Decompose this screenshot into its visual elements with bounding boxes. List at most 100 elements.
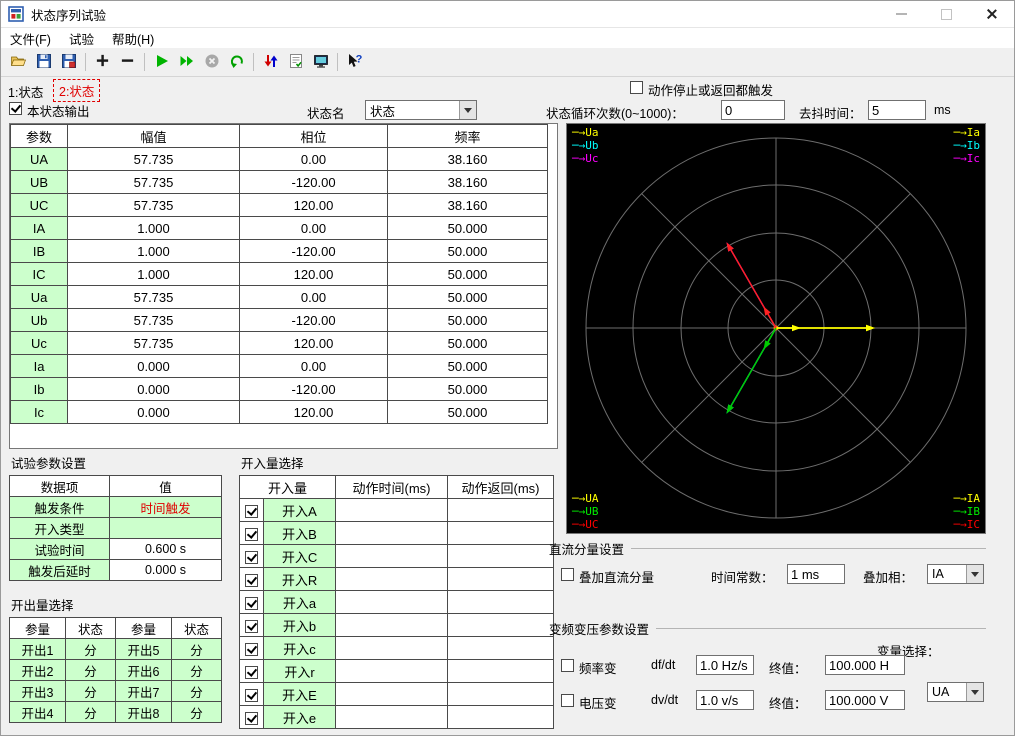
frequency-cell[interactable]: 50.000 (387, 239, 548, 263)
amplitude-cell[interactable]: 57.735 (67, 147, 240, 171)
phase-cell[interactable]: 0.00 (239, 354, 388, 378)
phase-cell[interactable]: -120.00 (239, 170, 388, 194)
amplitude-cell[interactable]: 57.735 (67, 308, 240, 332)
phase-cell[interactable]: 120.00 (239, 331, 388, 355)
variable-select-combobox[interactable]: UA (927, 682, 984, 702)
phase-cell[interactable]: -120.00 (239, 377, 388, 401)
run-continuous-button[interactable] (174, 50, 199, 74)
close-button[interactable] (969, 1, 1014, 27)
action-return-cell[interactable] (447, 659, 555, 683)
amplitude-cell[interactable]: 57.735 (67, 170, 240, 194)
frequency-cell[interactable]: 50.000 (387, 400, 548, 424)
menu-item[interactable]: 帮助(H) (103, 27, 163, 50)
dvdt-input[interactable] (696, 690, 754, 710)
chevron-down-icon[interactable] (966, 565, 983, 583)
chevron-down-icon[interactable] (459, 101, 476, 119)
input-enable-checkbox[interactable] (245, 573, 258, 587)
frequency-cell[interactable]: 50.000 (387, 354, 548, 378)
test-param-value-cell[interactable] (109, 517, 222, 539)
open-button[interactable] (6, 50, 31, 74)
menu-item[interactable]: 文件(F) (1, 27, 60, 50)
action-return-cell[interactable] (447, 567, 555, 591)
input-enable-checkbox[interactable] (245, 688, 258, 702)
dc-superimpose-checkbox[interactable] (561, 568, 574, 581)
action-time-cell[interactable] (335, 659, 449, 683)
volt-final-input[interactable] (825, 690, 905, 710)
output-state-cell[interactable]: 分 (65, 659, 116, 681)
frequency-cell[interactable]: 50.000 (387, 331, 548, 355)
action-return-cell[interactable] (447, 590, 555, 614)
time-constant-input[interactable] (787, 564, 845, 584)
frequency-cell[interactable]: 50.000 (387, 262, 548, 286)
display-button[interactable] (308, 50, 333, 74)
frequency-cell[interactable]: 50.000 (387, 216, 548, 240)
freq-final-input[interactable] (825, 655, 905, 675)
action-time-cell[interactable] (335, 544, 449, 568)
frequency-cell[interactable]: 50.000 (387, 377, 548, 401)
stop-button[interactable] (199, 50, 224, 74)
amplitude-cell[interactable]: 1.000 (67, 262, 240, 286)
chevron-down-icon[interactable] (966, 683, 983, 701)
phase-cell[interactable]: -120.00 (239, 308, 388, 332)
output-state-cell[interactable]: 分 (65, 701, 116, 723)
frequency-cell[interactable]: 38.160 (387, 147, 548, 171)
amplitude-cell[interactable]: 0.000 (67, 400, 240, 424)
state-name-combobox[interactable]: 状态 (365, 100, 477, 120)
output-state-cell[interactable]: 分 (65, 638, 116, 660)
output-state-cell[interactable]: 分 (171, 701, 222, 723)
phase-cell[interactable]: 0.00 (239, 216, 388, 240)
amplitude-cell[interactable]: 0.000 (67, 354, 240, 378)
save-report-button[interactable] (56, 50, 81, 74)
maximize-button[interactable] (924, 1, 969, 27)
input-enable-checkbox[interactable] (245, 596, 258, 610)
input-enable-checkbox[interactable] (245, 527, 258, 541)
action-stop-return-checkbox[interactable] (630, 81, 643, 94)
menu-item[interactable]: 试验 (60, 27, 103, 50)
action-time-cell[interactable] (335, 498, 449, 522)
debounce-input[interactable] (868, 100, 926, 120)
amplitude-cell[interactable]: 57.735 (67, 285, 240, 309)
action-return-cell[interactable] (447, 636, 555, 660)
action-time-cell[interactable] (335, 636, 449, 660)
action-time-cell[interactable] (335, 613, 449, 637)
action-return-cell[interactable] (447, 705, 555, 729)
action-time-cell[interactable] (335, 567, 449, 591)
input-enable-checkbox[interactable] (245, 642, 258, 656)
phase-cell[interactable]: 120.00 (239, 262, 388, 286)
phase-cell[interactable]: 0.00 (239, 285, 388, 309)
output-state-cell[interactable]: 分 (171, 680, 222, 702)
action-time-cell[interactable] (335, 590, 449, 614)
help-button[interactable]: ? (342, 50, 367, 74)
run-button[interactable] (149, 50, 174, 74)
state-output-checkbox[interactable] (9, 102, 22, 115)
amplitude-cell[interactable]: 57.735 (67, 193, 240, 217)
superimpose-phase-combobox[interactable]: IA (927, 564, 984, 584)
test-param-value-cell[interactable]: 时间触发 (109, 496, 222, 518)
phase-cell[interactable]: 120.00 (239, 400, 388, 424)
output-state-cell[interactable]: 分 (171, 659, 222, 681)
amplitude-cell[interactable]: 0.000 (67, 377, 240, 401)
dfdt-input[interactable] (696, 655, 754, 675)
minimize-button[interactable] (879, 1, 924, 27)
amplitude-cell[interactable]: 57.735 (67, 331, 240, 355)
output-state-cell[interactable]: 分 (171, 638, 222, 660)
action-return-cell[interactable] (447, 682, 555, 706)
frequency-cell[interactable]: 38.160 (387, 193, 548, 217)
tab-state-2[interactable]: 2:状态 (53, 79, 101, 102)
action-time-cell[interactable] (335, 521, 449, 545)
freq-change-checkbox[interactable] (561, 659, 574, 672)
save-button[interactable] (31, 50, 56, 74)
frequency-cell[interactable]: 50.000 (387, 285, 548, 309)
action-return-cell[interactable] (447, 613, 555, 637)
action-time-cell[interactable] (335, 682, 449, 706)
phase-cell[interactable]: 120.00 (239, 193, 388, 217)
action-time-cell[interactable] (335, 705, 449, 729)
action-return-cell[interactable] (447, 498, 555, 522)
input-enable-checkbox[interactable] (245, 619, 258, 633)
loop-count-input[interactable] (721, 100, 785, 120)
amplitude-cell[interactable]: 1.000 (67, 216, 240, 240)
volt-change-checkbox[interactable] (561, 694, 574, 707)
frequency-cell[interactable]: 38.160 (387, 170, 548, 194)
add-state-button[interactable] (90, 50, 115, 74)
undo-button[interactable] (224, 50, 249, 74)
